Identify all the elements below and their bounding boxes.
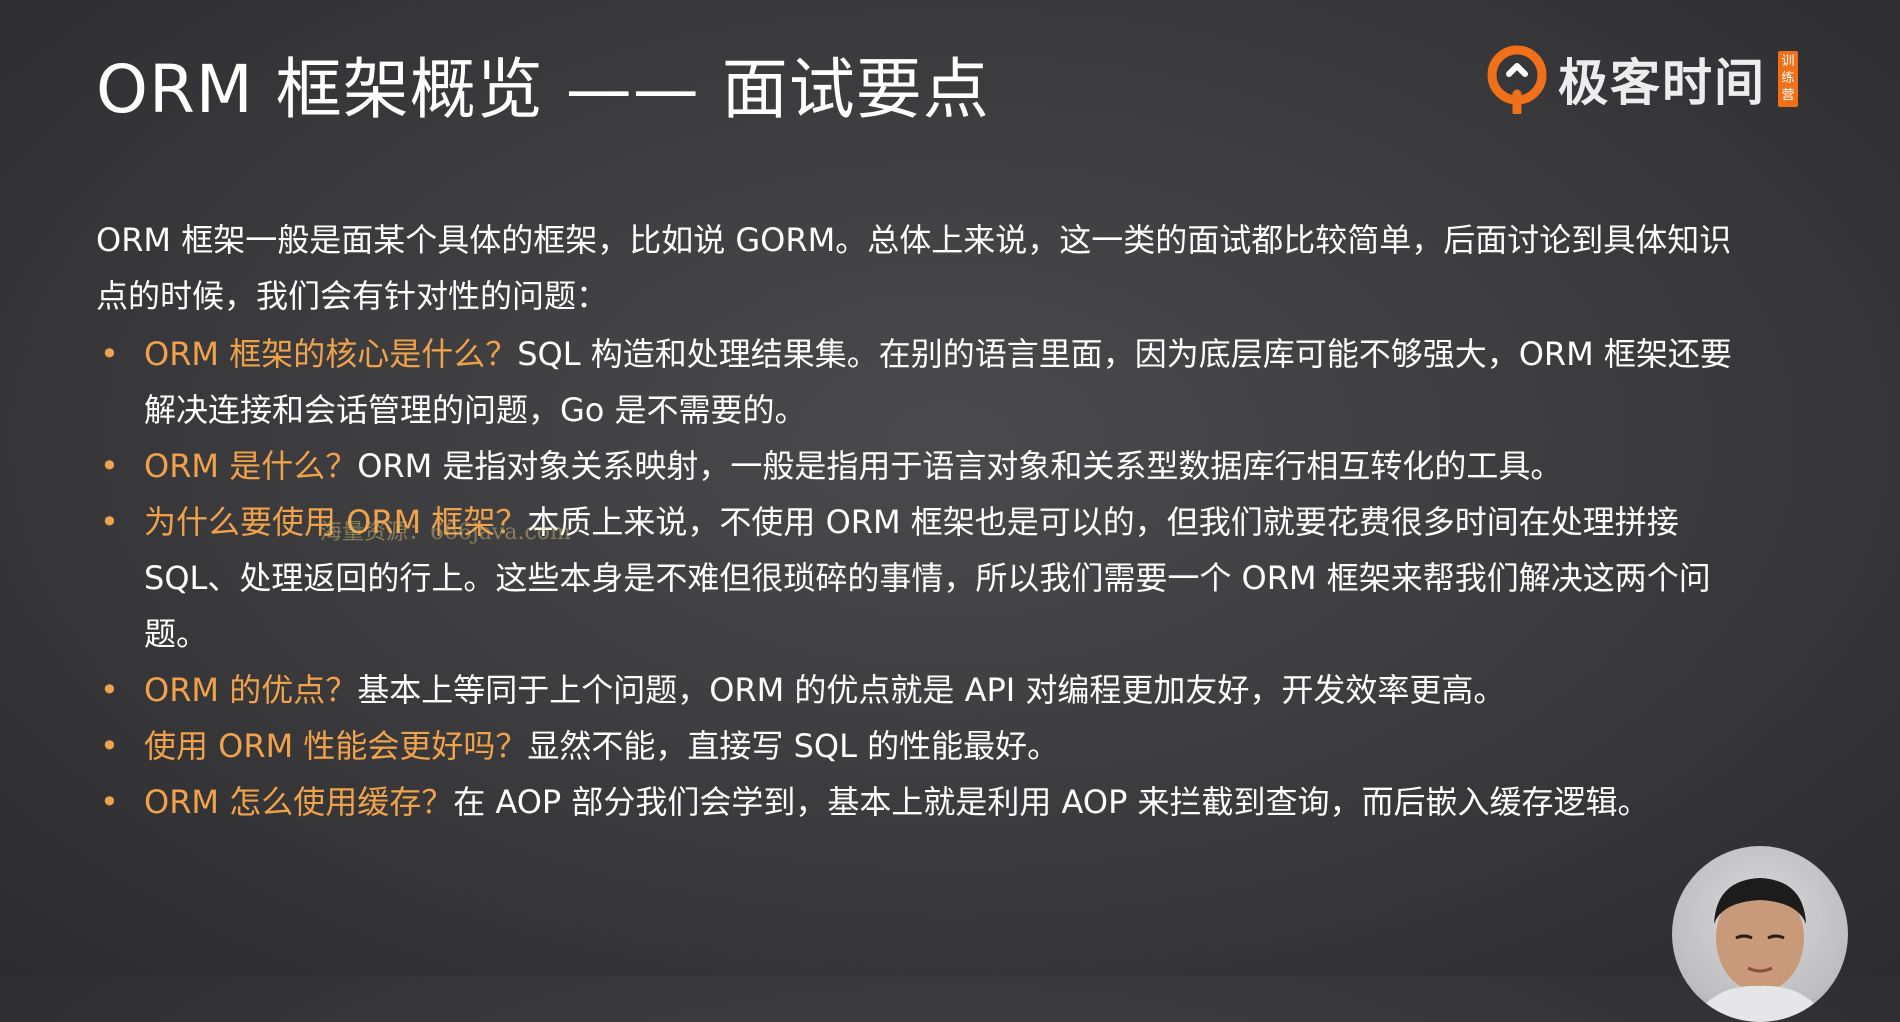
bullet-marker: • <box>100 447 119 485</box>
bullet-answer: 显然不能，直接写 SQL 的性能最好。 <box>527 727 1060 765</box>
bullet-answer: 在 AOP 部分我们会学到，基本上就是利用 AOP 来拦截到查询，而后嵌入缓存逻… <box>453 783 1650 821</box>
bullet-question: ORM 框架的核心是什么？ <box>144 335 518 373</box>
bullet-marker: • <box>100 503 119 541</box>
bullet-marker: • <box>100 783 119 821</box>
bullet-question: ORM 的优点？ <box>144 671 358 709</box>
bullet-question: 使用 ORM 性能会更好吗？ <box>144 727 528 765</box>
bullet-answer: 基本上等同于上个问题，ORM 的优点就是 API 对编程更加友好，开发效率更高。 <box>357 671 1506 709</box>
brand-name: 极客时间 <box>1558 54 1766 112</box>
bullet-item: • ORM 怎么使用缓存？在 AOP 部分我们会学到，基本上就是利用 AOP 来… <box>96 774 1756 830</box>
bullet-item: • ORM 是什么？ORM 是指对象关系映射，一般是指用于语言对象和关系型数据库… <box>96 438 1756 494</box>
geektime-logo-icon <box>1487 45 1547 114</box>
brand-logo: 极客时间 训练营 <box>1486 44 1798 114</box>
intro-paragraph: ORM 框架一般是面某个具体的框架，比如说 GORM。总体上来说，这一类的面试都… <box>96 221 1732 315</box>
bullet-item: • ORM 框架的核心是什么？SQL 构造和处理结果集。在别的语言里面，因为底层… <box>96 326 1756 438</box>
bullet-item: • 使用 ORM 性能会更好吗？显然不能，直接写 SQL 的性能最好。 <box>96 718 1756 774</box>
bullet-marker: • <box>100 671 119 709</box>
bullet-marker: • <box>100 727 119 765</box>
bullet-list: • ORM 框架的核心是什么？SQL 构造和处理结果集。在别的语言里面，因为底层… <box>96 326 1756 830</box>
slide-title: ORM 框架概览 —— 面试要点 <box>96 51 990 128</box>
watermark-text: 海量资源：666java.com <box>320 520 571 545</box>
bullet-question: ORM 怎么使用缓存？ <box>144 783 454 821</box>
bullet-item: • ORM 的优点？基本上等同于上个问题，ORM 的优点就是 API 对编程更加… <box>96 662 1756 718</box>
slide: ORM 框架概览 —— 面试要点 极客时间 训练营 ORM 框架一般是面某个具体… <box>0 0 1900 1022</box>
presenter-avatar-icon <box>1692 878 1828 1022</box>
bullet-marker: • <box>100 335 119 373</box>
presenter-webcam <box>1672 846 1848 1022</box>
bullet-question: ORM 是什么？ <box>144 447 358 485</box>
bullet-answer: ORM 是指对象关系映射，一般是指用于语言对象和关系型数据库行相互转化的工具。 <box>357 447 1563 485</box>
brand-badge: 训练营 <box>1778 51 1798 107</box>
